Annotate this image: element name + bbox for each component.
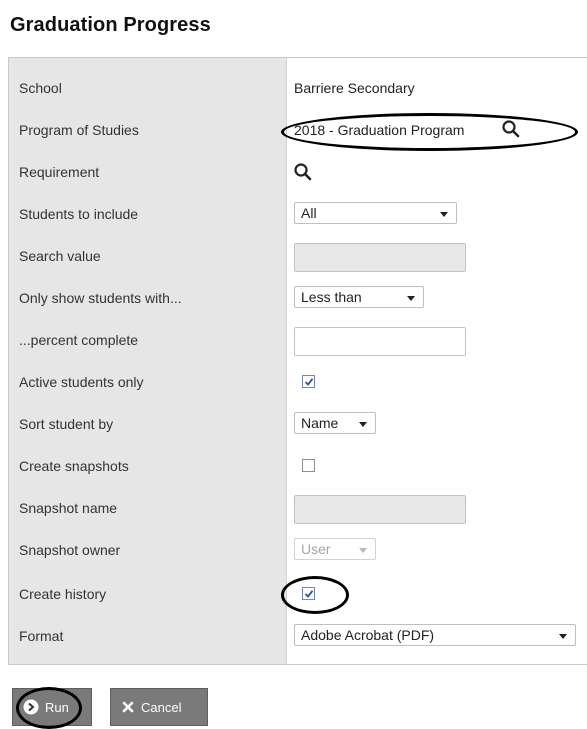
snapshot-name-label: Snapshot name (19, 500, 118, 516)
sort-student-by-select[interactable]: Name (294, 412, 376, 434)
search-icon[interactable] (293, 162, 313, 182)
only-show-students-select[interactable]: Less than (294, 286, 424, 308)
report-parameters-form: School Barriere Secondary Program of Stu… (8, 57, 587, 665)
students-to-include-value: All (301, 205, 317, 221)
requirement-label: Requirement (19, 164, 100, 180)
run-button[interactable]: Run (12, 688, 92, 726)
page-title: Graduation Progress (10, 14, 211, 36)
create-history-checkbox[interactable] (302, 587, 315, 600)
program-of-studies-value[interactable]: 2018 - Graduation Program (294, 122, 464, 138)
snapshot-owner-select: User (294, 538, 376, 560)
run-arrow-icon (23, 699, 39, 715)
search-value-label: Search value (19, 248, 101, 264)
snapshot-owner-value: User (301, 541, 331, 557)
chevron-down-icon (559, 634, 567, 639)
chevron-down-icon (359, 422, 367, 427)
program-of-studies-label: Program of Studies (19, 122, 139, 138)
school-label: School (19, 80, 62, 96)
school-value: Barriere Secondary (294, 80, 415, 96)
only-show-students-label: Only show students with... (19, 290, 182, 306)
label-column (9, 58, 287, 664)
create-history-label: Create history (19, 586, 107, 602)
sort-student-by-label: Sort student by (19, 416, 114, 432)
search-icon[interactable] (501, 119, 521, 139)
format-value: Adobe Acrobat (PDF) (301, 627, 435, 643)
chevron-down-icon (407, 296, 415, 301)
annotation-ellipse (281, 576, 349, 614)
sort-student-by-value: Name (301, 415, 339, 431)
create-snapshots-label: Create snapshots (19, 458, 129, 474)
active-students-only-label: Active students only (19, 374, 144, 390)
cancel-button[interactable]: Cancel (110, 688, 208, 726)
percent-complete-input[interactable] (294, 327, 466, 356)
cancel-button-label: Cancel (141, 699, 182, 715)
chevron-down-icon (359, 548, 367, 553)
snapshot-name-input (294, 495, 466, 524)
chevron-down-icon (440, 212, 448, 217)
close-icon (122, 701, 134, 713)
students-to-include-select[interactable]: All (294, 202, 457, 224)
run-button-label: Run (45, 699, 69, 715)
format-label: Format (19, 628, 64, 644)
active-students-only-checkbox[interactable] (302, 375, 315, 388)
snapshot-owner-label: Snapshot owner (19, 542, 121, 558)
format-select[interactable]: Adobe Acrobat (PDF) (294, 624, 576, 646)
percent-complete-label: ...percent complete (19, 332, 139, 348)
search-value-input (294, 243, 466, 272)
students-to-include-label: Students to include (19, 206, 139, 222)
create-snapshots-checkbox[interactable] (302, 459, 315, 472)
only-show-students-value: Less than (301, 289, 362, 305)
checkmark-icon (304, 378, 314, 386)
checkmark-icon (304, 590, 314, 598)
